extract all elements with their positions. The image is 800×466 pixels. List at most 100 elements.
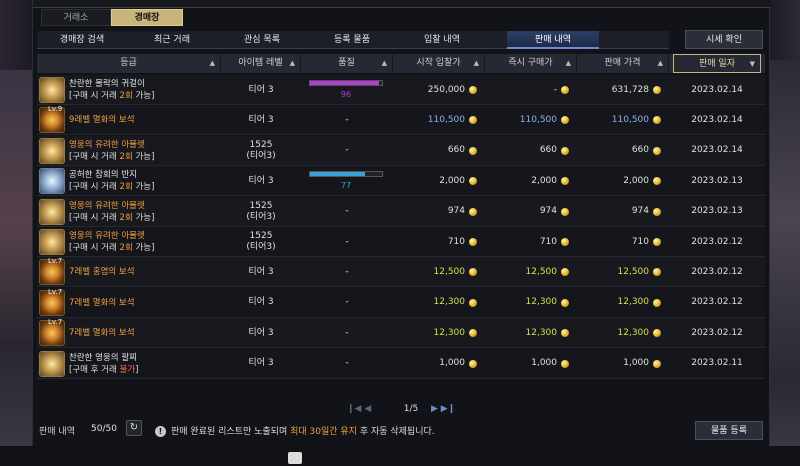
item-level-value: 1525 — [249, 200, 273, 211]
start-bid: 110,500 — [428, 105, 477, 135]
item-name-block: 공허한 참회의 반지 [구매 시 거래 2회 가능] — [69, 169, 229, 193]
price-check-button[interactable]: 시세 확인 — [685, 30, 763, 49]
col-item-level[interactable]: 아이템 레벨 ▲ — [221, 54, 301, 73]
gold-coin-icon — [561, 207, 569, 216]
sale-price-cell: 110,500 — [577, 105, 669, 135]
gold-coin-icon — [469, 359, 477, 368]
grade-cell: 찬란한 몰락의 귀걸이 [구매 시 거래 2회 가능] — [37, 75, 221, 105]
trade-note-tail: 가능] — [132, 243, 155, 253]
level-cell: 티어 3 — [221, 318, 301, 348]
tab-sales-history[interactable]: 판매 내역 — [507, 31, 599, 49]
table-row[interactable]: 공허한 참회의 반지 [구매 시 거래 2회 가능] 티어 3 77 2,000 2,00… — [37, 166, 765, 197]
tab-watchlist[interactable]: 관심 목록 — [217, 31, 307, 49]
gem-icon: Lv.9 — [39, 105, 65, 134]
sale-date: 2023.02.12 — [691, 236, 743, 247]
start-bid-cell: 12,300 — [393, 288, 485, 318]
buyout: 110,500 — [520, 105, 569, 135]
col-buyout[interactable]: 즉시 구매가 ▲ — [485, 54, 577, 73]
notice-highlight: 최대 30일간 유지 — [290, 427, 357, 437]
buyout-cell: 110,500 — [485, 105, 577, 135]
notice-post: 후 자동 삭제됩니다. — [356, 427, 435, 437]
col-grade[interactable]: 등급 ▲ — [37, 54, 221, 73]
gold-coin-icon — [653, 177, 661, 186]
buyout: 12,300 — [526, 288, 569, 318]
col-grade-label: 등급 — [120, 58, 137, 68]
start-bid-cell: 710 — [393, 227, 485, 257]
page-first-prev-icon[interactable]: ❙◀ ◀ — [347, 404, 371, 414]
table-row[interactable]: Lv.7 7레벨 멸화의 보석 티어 3 - 12,300 12,300 12,300 202… — [37, 287, 765, 318]
sort-up-icon: ▲ — [565, 59, 571, 67]
start-bid: 12,500 — [434, 257, 477, 287]
page-next-last-icon[interactable]: ▶ ▶❙ — [431, 404, 455, 414]
sale-date: 2023.02.14 — [691, 145, 743, 156]
sale-price-cell: 974 — [577, 197, 669, 227]
start-bid-value: 660 — [447, 145, 465, 156]
gold-coin-icon — [653, 238, 661, 246]
item-trade-note: [구매 시 거래 2회 가능] — [69, 212, 229, 224]
relic-icon — [39, 350, 65, 377]
gem-icon: Lv.7 — [39, 318, 65, 347]
table-row[interactable]: 영웅의 유려한 아뮬렛 [구매 시 거래 2회 가능] 1525 (티어3) - 660 6… — [37, 135, 765, 166]
gold-coin-icon — [653, 146, 661, 155]
tab-bid-history[interactable]: 입찰 내역 — [397, 31, 487, 49]
start-bid: 974 — [448, 197, 477, 227]
table-row[interactable]: Lv.9 9레벨 멸화의 보석 티어 3 - 110,500 110,500 110,500… — [37, 105, 765, 136]
col-sale-date[interactable]: 판매 일자 ▼ — [673, 54, 761, 73]
date-cell: 2023.02.12 — [673, 288, 761, 318]
item-level: 티어 3 — [248, 297, 274, 308]
quality-col: - — [301, 318, 393, 348]
gold-coin-icon — [469, 146, 477, 155]
table-row[interactable]: Lv.7 7레벨 홍염의 보석 티어 3 - 12,500 12,500 12,500 202… — [37, 257, 765, 288]
col-start-bid[interactable]: 시작 입찰가 ▲ — [393, 54, 485, 73]
relic-icon — [39, 198, 65, 225]
item-tier: (티어3) — [246, 150, 276, 161]
table-row[interactable]: 영웅의 유려한 아뮬렛 [구매 시 거래 2회 가능] 1525 (티어3) -710 7… — [37, 227, 765, 257]
tab-auction-search[interactable]: 경매장 검색 — [37, 31, 127, 49]
buyout-value: 710 — [539, 236, 557, 247]
table-row[interactable]: 영웅의 유려한 아뮬렛 [구매 시 거래 2회 가능] 1525 (티어3) - 974 9… — [37, 196, 765, 227]
item-trade-note: [구매 후 거래 불가] — [69, 364, 229, 376]
trade-note-pre: [구매 시 거래 — [69, 243, 120, 253]
level-cell: 티어 3 — [221, 105, 301, 135]
relic-icon — [39, 229, 65, 255]
tray-icon[interactable] — [288, 452, 302, 464]
gold-coin-icon — [561, 329, 569, 338]
table-row[interactable]: 찬란한 영웅의 팔찌 [구매 후 거래 불가] 티어 3 - 1,000 1,000 1,0… — [37, 348, 765, 379]
item-name: 영웅의 유려한 아뮬렛 — [69, 200, 145, 211]
start-bid-value: 12,300 — [433, 297, 466, 308]
gold-coin-icon — [469, 329, 477, 338]
item-name: 7레벨 멸화의 보석 — [69, 297, 135, 308]
sale-price: 12,300 — [618, 288, 661, 318]
buyout-cell: 12,500 — [485, 257, 577, 287]
sort-up-icon: ▲ — [657, 59, 663, 67]
start-bid-cell: 12,500 — [393, 257, 485, 287]
tab-auction[interactable]: 경매장 — [111, 9, 183, 26]
start-bid: 1,000 — [439, 349, 477, 379]
tab-recent-trades[interactable]: 최근 거래 — [127, 31, 217, 49]
item-name-block: 찬란한 영웅의 팔찌 [구매 후 거래 불가] — [69, 352, 229, 376]
buyout-cell: 12,300 — [485, 288, 577, 318]
gold-coin-icon — [653, 116, 661, 125]
refresh-icon[interactable]: ↻ — [126, 420, 142, 436]
buyout: 660 — [540, 136, 569, 166]
auction-window: 거래소 경매장 경매장 검색 최근 거래 관심 목록 등록 물품 입찰 내역 판… — [32, 0, 771, 446]
col-sale-price[interactable]: 판매 가격 ▲ — [577, 54, 669, 73]
gold-coin-icon — [561, 238, 569, 246]
grade-cell: Lv.7 7레벨 홍염의 보석 — [37, 257, 221, 287]
start-bid-value: 974 — [447, 206, 465, 217]
quality-value: - — [345, 114, 349, 125]
table-row[interactable]: Lv.7 7레벨 멸화의 보석 티어 3 - 12,300 12,300 12,300 202… — [37, 318, 765, 349]
sale-price-value: 631,728 — [611, 84, 649, 95]
tab-exchange[interactable]: 거래소 — [41, 9, 111, 26]
quality-cell: 96 — [301, 75, 393, 105]
gold-coin-icon — [561, 86, 569, 94]
col-quality[interactable]: 품질 ▲ — [301, 54, 393, 73]
item-name-block: 9레벨 멸화의 보석 — [69, 114, 229, 126]
item-level: 1525 (티어3) — [246, 140, 275, 162]
item-level: 티어 3 — [248, 266, 274, 277]
col-sale-date-label: 판매 일자 — [699, 59, 735, 69]
quality-bar-fill — [310, 81, 380, 85]
table-row[interactable]: 찬란한 몰락의 귀걸이 [구매 시 거래 2회 가능] 티어 3 96 250,000-… — [37, 75, 765, 105]
tab-registered-items[interactable]: 등록 물품 — [307, 31, 397, 49]
register-item-button[interactable]: 물품 등록 — [695, 421, 763, 440]
